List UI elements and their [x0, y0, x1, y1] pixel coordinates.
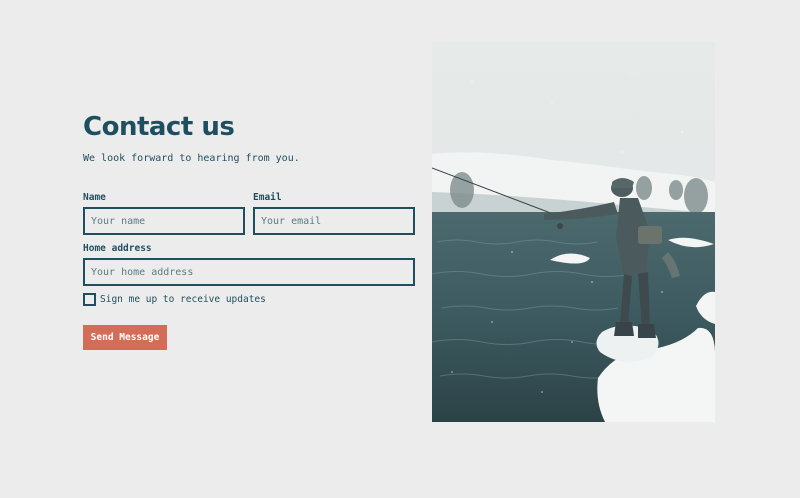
- name-label: Name: [83, 192, 106, 203]
- fisherman-photo: [432, 42, 715, 422]
- signup-label[interactable]: Sign me up to receive updates: [100, 294, 266, 305]
- name-group: Name: [83, 192, 245, 235]
- address-input[interactable]: [83, 258, 415, 286]
- fisherman-illustration: [432, 42, 715, 422]
- name-input[interactable]: [83, 207, 245, 235]
- address-label: Home address: [83, 243, 152, 254]
- signup-checkbox[interactable]: [83, 293, 96, 306]
- contact-form: Contact us We look forward to hearing fr…: [83, 110, 415, 350]
- signup-row: Sign me up to receive updates: [83, 293, 266, 306]
- address-group: Home address: [83, 243, 415, 286]
- send-message-button[interactable]: Send Message: [83, 325, 167, 350]
- email-label: Email: [253, 192, 282, 203]
- email-input[interactable]: [253, 207, 415, 235]
- page-title: Contact us: [83, 112, 235, 142]
- email-group: Email: [253, 192, 415, 235]
- page-subtitle: We look forward to hearing from you.: [83, 153, 300, 164]
- contact-page: Contact us We look forward to hearing fr…: [0, 0, 800, 498]
